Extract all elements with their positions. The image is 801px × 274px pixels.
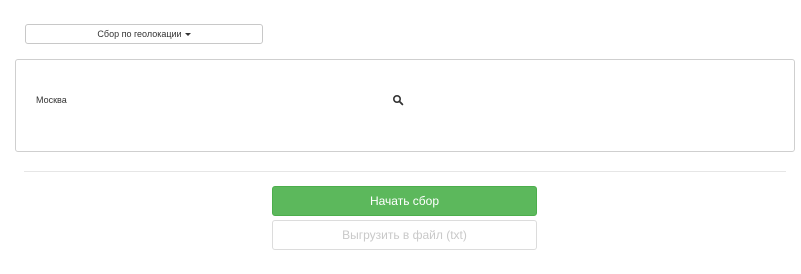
collect-mode-label: Сбор по геолокации (97, 29, 182, 39)
location-search-input[interactable] (36, 90, 376, 110)
location-panel (15, 59, 795, 152)
caret-down-icon (184, 32, 191, 36)
geo-collect-form: Сбор по геолокации Начать сбор Выгрузить… (0, 0, 801, 274)
export-txt-button[interactable]: Выгрузить в файл (txt) (272, 220, 537, 250)
section-divider (24, 171, 786, 172)
search-icon[interactable] (392, 94, 404, 106)
start-collect-label: Начать сбор (369, 194, 440, 208)
collect-mode-dropdown[interactable]: Сбор по геолокации (25, 24, 263, 44)
location-search (36, 90, 406, 110)
export-txt-label: Выгрузить в файл (txt) (342, 228, 467, 242)
start-collect-button[interactable]: Начать сбор (272, 186, 537, 216)
